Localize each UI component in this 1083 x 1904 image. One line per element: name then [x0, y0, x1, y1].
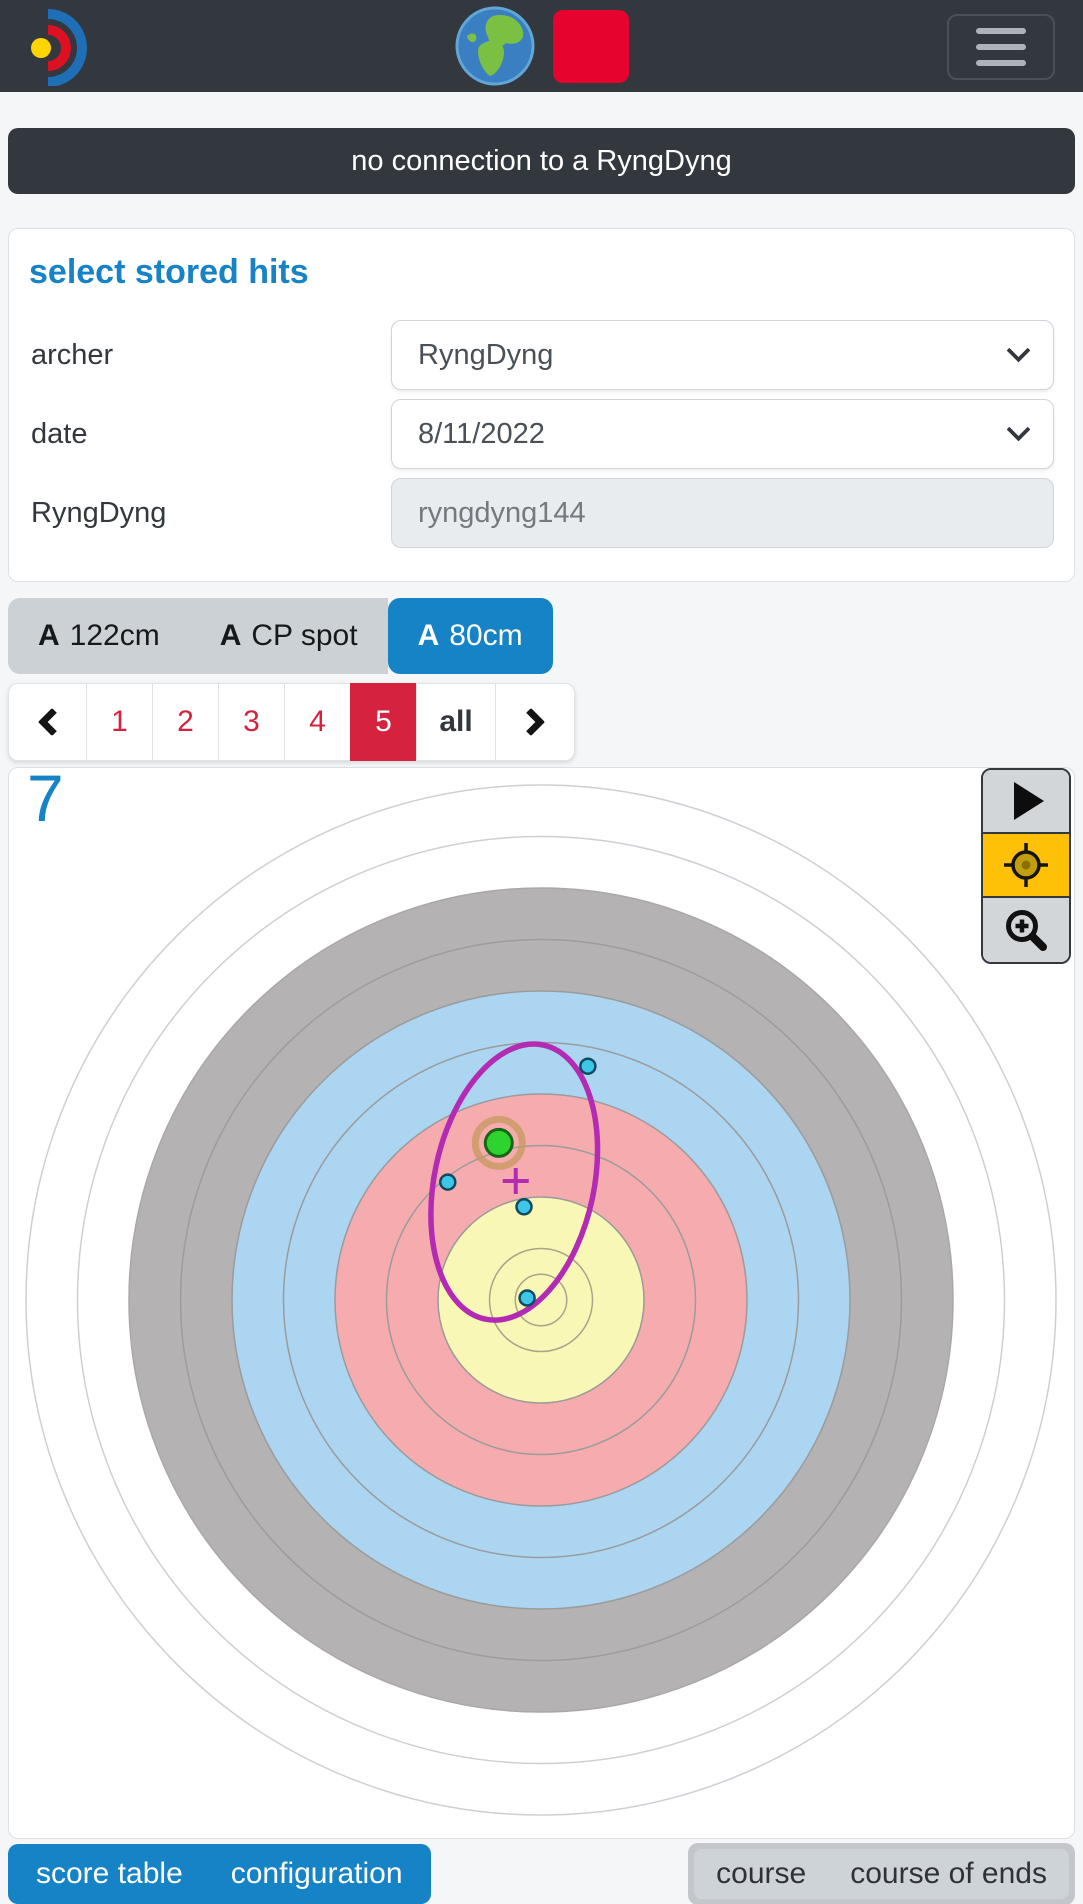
globe-icon[interactable]: [455, 6, 535, 86]
tab-label: 80cm: [449, 619, 522, 653]
footer-right-inner: course course of ends: [694, 1849, 1069, 1899]
end-page-4[interactable]: 4: [284, 683, 351, 761]
hit-point: [517, 1199, 532, 1214]
end-page-3[interactable]: 3: [218, 683, 285, 761]
date-select[interactable]: 8/11/2022: [391, 399, 1054, 469]
course-button[interactable]: course: [716, 1857, 806, 1891]
device-label: RyngDyng: [29, 497, 391, 530]
connection-status-banner: no connection to a RyngDyng: [8, 128, 1075, 194]
app-root: no connection to a RyngDyng select store…: [0, 0, 1083, 1904]
magnifier-plus-icon: [1002, 906, 1050, 954]
tab-label: CP spot: [251, 619, 357, 653]
chevron-left-icon: [37, 708, 65, 736]
date-value: 8/11/2022: [418, 418, 545, 451]
device-row: RyngDyng ryngdyng144: [29, 478, 1054, 548]
chevron-down-icon: [1006, 338, 1030, 362]
target-face-tabs: A 122cm A CP spot A 80cm: [8, 598, 1075, 674]
date-label: date: [29, 418, 391, 451]
end-page-1[interactable]: 1: [86, 683, 153, 761]
configuration-button[interactable]: configuration: [231, 1857, 403, 1891]
archer-value: RyngDyng: [418, 339, 553, 372]
archer-select[interactable]: RyngDyng: [391, 320, 1054, 390]
chevron-down-icon: [1006, 417, 1030, 441]
tab-a-cp-spot[interactable]: A CP spot: [190, 598, 388, 674]
stored-hits-title: select stored hits: [29, 253, 1054, 292]
footer-right-group: course course of ends: [688, 1843, 1075, 1904]
archer-label: archer: [29, 339, 391, 372]
prev-end-button[interactable]: [8, 683, 87, 761]
play-icon: [1014, 782, 1044, 820]
next-end-button[interactable]: [495, 683, 575, 761]
tab-prefix: A: [38, 619, 60, 653]
latest-hit-point: [485, 1129, 512, 1156]
hamburger-icon: [976, 60, 1026, 66]
play-button[interactable]: [983, 770, 1069, 834]
hamburger-icon: [976, 28, 1026, 34]
tab-prefix: A: [418, 619, 440, 653]
device-field: ryngdyng144: [391, 478, 1054, 548]
menu-button[interactable]: [947, 14, 1055, 80]
tab-a-80cm[interactable]: A 80cm: [388, 598, 553, 674]
hit-point: [520, 1290, 535, 1305]
stored-hits-card: select stored hits archer RyngDyng date …: [8, 228, 1075, 582]
tab-prefix: A: [220, 619, 242, 653]
footer-left-group: score table configuration: [8, 1844, 431, 1904]
score-label: 7: [27, 767, 64, 836]
end-page-2[interactable]: 2: [152, 683, 219, 761]
archer-row: archer RyngDyng: [29, 320, 1054, 390]
crosshair-icon: [1002, 841, 1050, 889]
ryngdyng-logo-icon[interactable]: [14, 6, 114, 86]
chevron-right-icon: [517, 708, 545, 736]
date-row: date 8/11/2022: [29, 399, 1054, 469]
tab-a-122cm[interactable]: A 122cm: [8, 598, 190, 674]
center-target-button[interactable]: [983, 834, 1069, 898]
connection-status-text: no connection to a RyngDyng: [351, 145, 731, 178]
device-value: ryngdyng144: [418, 497, 586, 530]
hamburger-icon: [976, 44, 1026, 50]
score-table-button[interactable]: score table: [36, 1857, 183, 1891]
tab-label: 122cm: [70, 619, 160, 653]
flag-red-icon[interactable]: [553, 10, 629, 83]
language-selector: [455, 6, 629, 86]
app-header: [0, 0, 1083, 92]
end-page-all[interactable]: all: [416, 683, 496, 761]
course-of-ends-button[interactable]: course of ends: [850, 1857, 1047, 1891]
end-page-5[interactable]: 5: [350, 683, 417, 761]
hit-point: [580, 1059, 595, 1074]
target-face[interactable]: [9, 768, 1074, 1838]
target-toolbar: [981, 768, 1071, 964]
zoom-in-button[interactable]: [983, 898, 1069, 962]
end-pagination: 1 2 3 4 5 all: [8, 683, 575, 761]
hit-point: [440, 1175, 455, 1190]
footer-bar: score table configuration course course …: [8, 1843, 1075, 1904]
target-panel: 7: [8, 767, 1075, 1839]
